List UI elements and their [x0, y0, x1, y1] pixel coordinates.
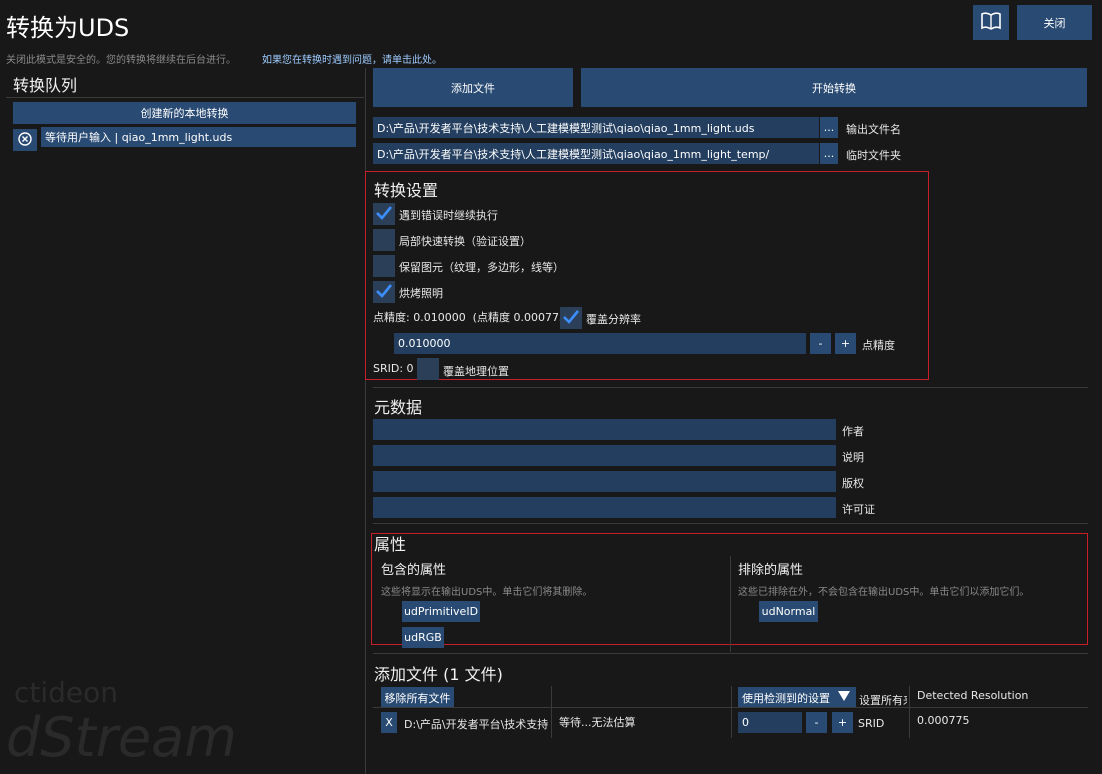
remove-all-files-button[interactable]: 移除所有文件	[381, 687, 454, 708]
continue-on-error-checkbox[interactable]	[373, 203, 395, 225]
bake-lighting-label: 烘烤照明	[399, 287, 443, 300]
watermark-brand-top: ctideon	[14, 676, 119, 709]
excluded-attributes-title: 排除的属性	[738, 563, 804, 578]
retain-primitives-label: 保留图元（纹理，多边形，线等）	[399, 261, 564, 274]
author-label: 作者	[842, 425, 864, 438]
cancel-conversion-button[interactable]	[13, 129, 37, 151]
license-label: 许可证	[842, 503, 875, 516]
settings-title: 转换设置	[374, 181, 439, 200]
files-col-divider	[551, 686, 552, 738]
temp-folder-label: 临时文件夹	[846, 149, 901, 162]
output-filename-input[interactable]: D:\产品\开发者平台\技术支持\人工建模模型测试\qiao\qiao_1mm_…	[373, 117, 819, 138]
add-files-button[interactable]: 添加文件	[373, 68, 573, 107]
retain-primitives-checkbox[interactable]	[373, 255, 395, 277]
create-local-conversion-button[interactable]: 创建新的本地转换	[13, 102, 356, 124]
settings-select-dropdown[interactable]	[833, 687, 855, 708]
included-attributes-title: 包含的属性	[381, 563, 447, 578]
description-label: 说明	[842, 451, 864, 464]
copyright-label: 版权	[842, 477, 864, 490]
file-srid-increment[interactable]: +	[832, 712, 853, 733]
help-book-button[interactable]	[973, 5, 1009, 40]
remove-file-button[interactable]: X	[381, 712, 397, 733]
checkmark-icon	[562, 308, 580, 329]
file-detected-resolution: 0.000775	[917, 714, 970, 727]
included-attribute-tag[interactable]: udRGB	[402, 627, 444, 648]
continue-on-error-label: 遇到错误时继续执行	[399, 209, 498, 222]
start-conversion-button[interactable]: 开始转换	[581, 68, 1087, 107]
circle-x-icon	[18, 131, 32, 149]
checkmark-icon	[375, 282, 393, 303]
queue-divider	[6, 97, 364, 98]
files-divider	[373, 653, 1088, 654]
help-link[interactable]: 如果您在转换时遇到问题，请单击此处。	[262, 51, 442, 66]
info-text: 关闭此模式是安全的。您的转换将继续在后台进行。	[6, 55, 236, 66]
precision-increment-button[interactable]: +	[835, 333, 856, 354]
attributes-column-divider	[730, 556, 731, 652]
attributes-title: 属性	[374, 535, 407, 554]
quick-convert-label: 局部快速转换（验证设置）	[399, 235, 531, 248]
precision-label: 点精度	[862, 339, 895, 352]
file-srid-label: SRID	[858, 717, 885, 730]
detected-resolution-header: Detected Resolution	[917, 689, 1029, 702]
override-geolocation-checkbox[interactable]	[417, 358, 439, 380]
file-srid-decrement[interactable]: -	[806, 712, 827, 733]
attributes-divider	[373, 523, 1088, 524]
watermark-brand-bottom: dStream	[6, 706, 237, 769]
files-col-divider	[909, 686, 910, 738]
srid-text: SRID: 0	[373, 362, 414, 375]
queue-item[interactable]: 等待用户输入 | qiao_1mm_light.uds	[13, 127, 356, 151]
excluded-attributes-desc: 这些已排除在外，不会包含在输出UDS中。单击它们以添加它们。	[738, 587, 1030, 598]
copyright-input[interactable]	[373, 471, 836, 492]
override-resolution-checkbox[interactable]	[560, 307, 582, 329]
close-button[interactable]: 关闭	[1017, 5, 1092, 40]
queue-title: 转换队列	[13, 76, 78, 95]
metadata-title: 元数据	[374, 398, 423, 417]
output-filename-label: 输出文件名	[846, 123, 901, 136]
precision-input[interactable]: 0.010000	[394, 333, 806, 354]
precision-decrement-button[interactable]: -	[810, 333, 831, 354]
files-title: 添加文件 (1 文件)	[374, 665, 503, 684]
files-col-divider	[731, 686, 732, 738]
output-browse-button[interactable]: ...	[820, 117, 838, 138]
override-geolocation-label: 覆盖地理位置	[443, 365, 509, 378]
included-attribute-tag[interactable]: udPrimitiveID	[402, 601, 480, 622]
checkmark-icon	[375, 204, 393, 225]
temp-folder-input[interactable]: D:\产品\开发者平台\技术支持\人工建模模型测试\qiao\qiao_1mm_…	[373, 143, 819, 164]
queue-item-label: 等待用户输入 | qiao_1mm_light.uds	[41, 127, 356, 147]
temp-browse-button[interactable]: ...	[820, 143, 838, 164]
excluded-attribute-tag[interactable]: udNormal	[759, 601, 818, 622]
point-precision-text: 点精度: 0.010000 (点精度 0.000775)	[373, 311, 571, 324]
description-input[interactable]	[373, 445, 836, 466]
quick-convert-checkbox[interactable]	[373, 229, 395, 251]
license-input[interactable]	[373, 497, 836, 518]
bake-lighting-checkbox[interactable]	[373, 281, 395, 303]
author-input[interactable]	[373, 419, 836, 440]
file-path: D:\产品\开发者平台\技术支持\	[404, 718, 548, 731]
file-status: 等待...无法估算	[559, 716, 636, 729]
file-srid-input[interactable]: 0	[738, 712, 802, 733]
included-attributes-desc: 这些将显示在输出UDS中。单击它们将其删除。	[381, 587, 593, 598]
files-header-divider	[373, 707, 1088, 708]
page-title: 转换为UDS	[6, 14, 130, 42]
set-all-label: 设置所有来	[859, 694, 907, 707]
settings-select-value: 使用检测到的设置	[742, 691, 830, 705]
triangle-down-icon	[838, 691, 850, 704]
book-icon	[981, 12, 1001, 33]
metadata-divider	[373, 387, 1088, 388]
override-resolution-label: 覆盖分辨率	[586, 313, 641, 326]
